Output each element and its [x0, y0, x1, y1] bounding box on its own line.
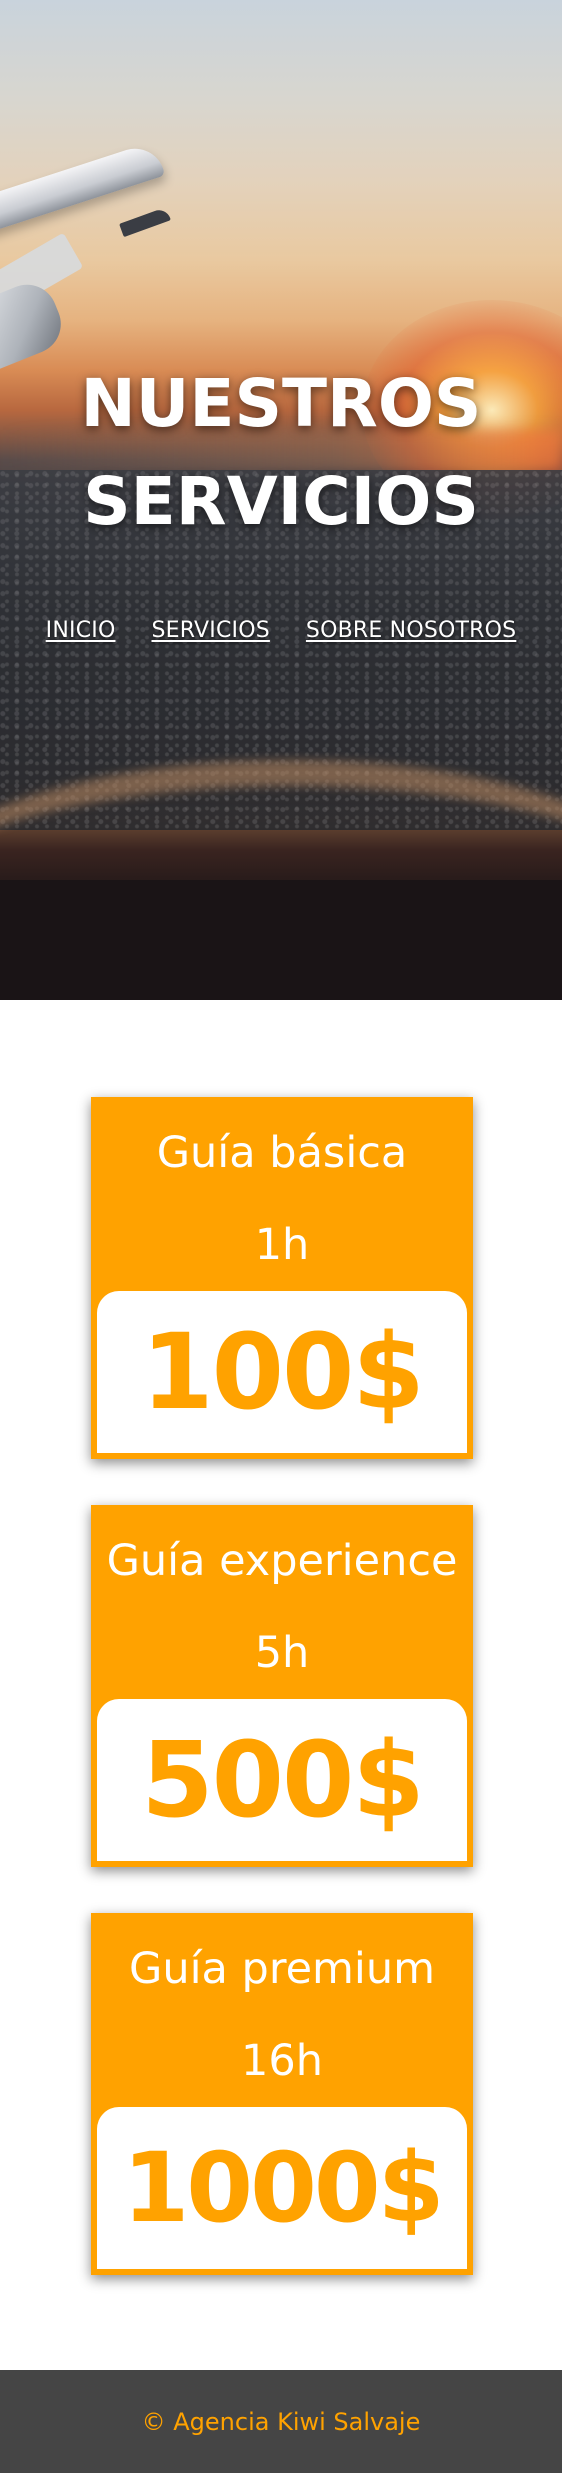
service-card-price-box: 500$ [97, 1699, 467, 1861]
service-card-price-box: 1000$ [97, 2107, 467, 2269]
nav-link-inicio[interactable]: INICIO [46, 618, 116, 643]
main-nav: INICIO SERVICIOS SOBRE NOSOTROS [0, 618, 562, 643]
service-card-premium[interactable]: Guía premium 16h 1000$ [91, 1913, 473, 2275]
service-card-duration: 16h [241, 2036, 323, 2086]
footer-copyright: © Agencia Kiwi Salvaje [141, 2407, 421, 2436]
service-card-price: 1000$ [122, 2132, 445, 2244]
service-card-title: Guía premium [129, 1944, 435, 1994]
service-card-price-box: 100$ [97, 1291, 467, 1453]
service-card-duration: 1h [254, 1220, 310, 1270]
service-card-title: Guía básica [156, 1128, 408, 1178]
service-card-title: Guía experience [106, 1536, 458, 1586]
airplane-winglet [119, 206, 171, 238]
nav-link-servicios[interactable]: SERVICIOS [151, 618, 269, 643]
page-title: NUESTROS SERVICIOS [0, 355, 562, 551]
service-card-duration: 5h [254, 1628, 310, 1678]
nav-link-sobre-nosotros[interactable]: SOBRE NOSOTROS [306, 618, 516, 643]
site-footer: © Agencia Kiwi Salvaje [0, 2370, 562, 2473]
service-card-experience[interactable]: Guía experience 5h 500$ [91, 1505, 473, 1867]
hero-section: NUESTROS SERVICIOS INICIO SERVICIOS SOBR… [0, 0, 562, 1000]
service-card-price: 500$ [141, 1719, 424, 1841]
hero-window-frame [0, 880, 562, 1000]
page-title-line1: NUESTROS [80, 365, 482, 442]
service-card-basica[interactable]: Guía básica 1h 100$ [91, 1097, 473, 1459]
service-card-price: 100$ [141, 1311, 424, 1433]
page-title-line2: SERVICIOS [83, 463, 479, 540]
